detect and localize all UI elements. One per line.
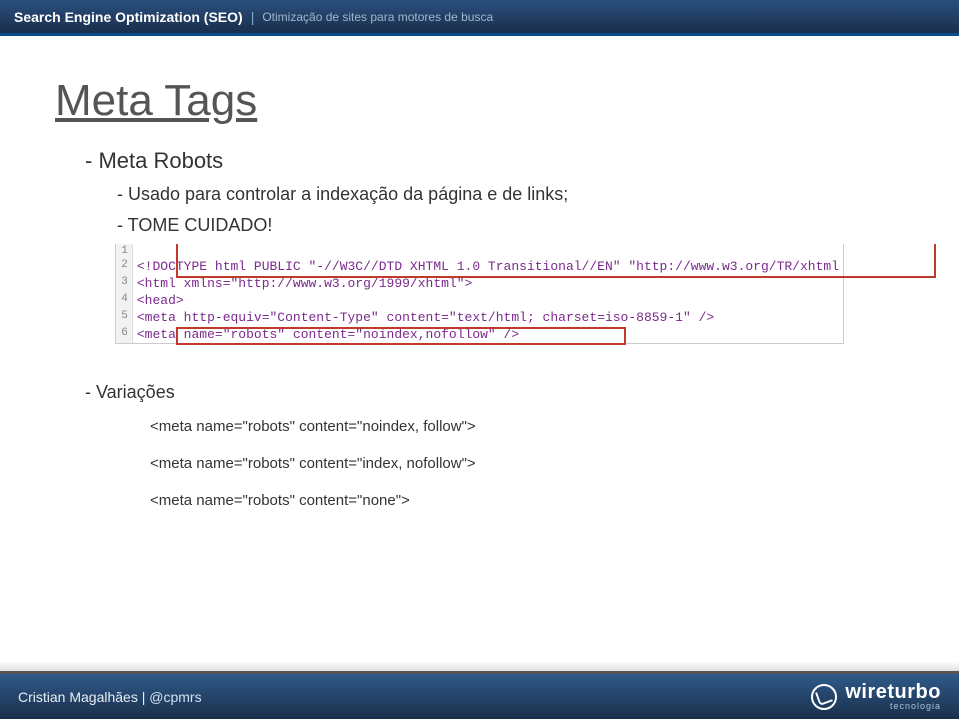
- code-line: [132, 244, 843, 258]
- line-number: 2: [116, 258, 132, 275]
- code-snippet-wrap: 1 2<!DOCTYPE html PUBLIC "-//W3C//DTD XH…: [115, 244, 844, 344]
- author-handle: @cpmrs: [149, 689, 201, 705]
- slide-body: Meta Tags - Meta Robots - Usado para con…: [0, 36, 959, 514]
- code-line: <head>: [132, 292, 843, 309]
- brand-name: wireturbo: [845, 682, 941, 702]
- footer-bar: Cristian Magalhães | @cpmrs wireturbo te…: [0, 671, 959, 719]
- bullet-usado-para: - Usado para controlar a indexação da pá…: [117, 184, 904, 205]
- line-number: 3: [116, 275, 132, 292]
- code-line: <meta name="robots" content="noindex,nof…: [132, 326, 843, 343]
- author-name: Cristian Magalhães: [18, 689, 138, 705]
- bullet-tome-cuidado: - TOME CUIDADO!: [117, 215, 904, 236]
- brand-sub: tecnologia: [845, 702, 941, 711]
- code-line: <meta http-equiv="Content-Type" content=…: [132, 309, 843, 326]
- line-number: 5: [116, 309, 132, 326]
- line-number: 1: [116, 244, 132, 258]
- header-title-main: Search Engine Optimization (SEO): [14, 9, 243, 25]
- footer-author: Cristian Magalhães | @cpmrs: [18, 689, 202, 705]
- bullet-variacoes: - Variações: [85, 382, 904, 403]
- footer-sep: |: [138, 689, 149, 705]
- header-separator: |: [251, 9, 255, 25]
- bullet-meta-robots: - Meta Robots: [85, 148, 904, 174]
- header-title-sub: Otimização de sites para motores de busc…: [262, 10, 493, 24]
- line-number: 4: [116, 292, 132, 309]
- code-snippet: 1 2<!DOCTYPE html PUBLIC "-//W3C//DTD XH…: [115, 244, 844, 344]
- variation-line: <meta name="robots" content="index, nofo…: [150, 450, 904, 477]
- variation-line: <meta name="robots" content="none">: [150, 487, 904, 514]
- footer-brand: wireturbo tecnologia: [811, 682, 941, 711]
- variation-line: <meta name="robots" content="noindex, fo…: [150, 413, 904, 440]
- slide-title: Meta Tags: [55, 76, 904, 126]
- header-bar: Search Engine Optimization (SEO) | Otimi…: [0, 0, 959, 36]
- brand-logo-icon: [811, 684, 837, 710]
- line-number: 6: [116, 326, 132, 343]
- code-line: <!DOCTYPE html PUBLIC "-//W3C//DTD XHTML…: [132, 258, 843, 275]
- footer-shadow: [0, 661, 959, 671]
- code-line: <html xmlns="http://www.w3.org/1999/xhtm…: [132, 275, 843, 292]
